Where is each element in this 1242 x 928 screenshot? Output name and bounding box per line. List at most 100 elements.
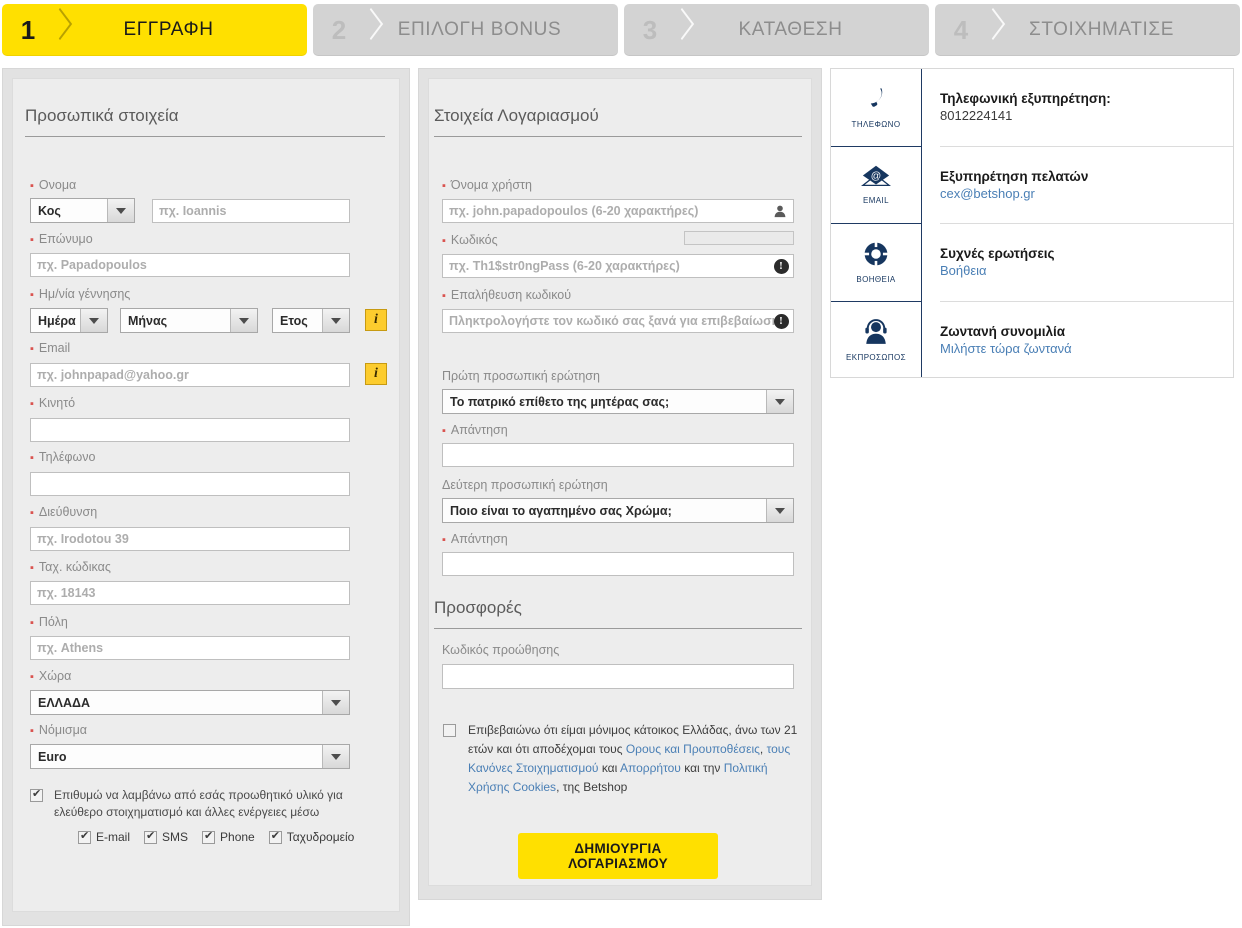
dob-month-select[interactable]: Μήνας [120, 308, 258, 333]
username-input[interactable] [442, 199, 794, 223]
address-input[interactable] [30, 527, 350, 551]
label-mobile: Κινητό [30, 396, 75, 410]
promo-email-checkbox[interactable] [78, 829, 91, 844]
label-address: Διεύθυνση [30, 505, 97, 519]
step-4-bet[interactable]: 4 ΣΤΟΙΧΗΜΑΤΙΣΕ [935, 4, 1240, 56]
label-username: Όνομα χρήστη [442, 178, 532, 192]
step-1-registration[interactable]: 1 ΕΓΓΡΑΦΗ [2, 4, 307, 56]
label-city: Πόλη [30, 615, 68, 629]
support-value-help[interactable]: Βοήθεια [940, 263, 1223, 278]
dob-year-select[interactable]: Ετος [272, 308, 350, 333]
terms-accept-checkbox[interactable] [443, 724, 456, 737]
terms-text: Επιβεβαιώνω ότι είμαι μόνιμος κάτοικος Ε… [468, 721, 798, 797]
dob-day-value: Ημέρα [38, 313, 76, 328]
password-input[interactable] [442, 254, 794, 278]
label-postal-code: Ταχ. κώδικας [30, 560, 111, 574]
step-progress-bar: 1 ΕΓΓΡΑΦΗ 2 ΕΠΙΛΟΓΗ BONUS 3 ΚΑΤΑΘΕΣΗ 4 Σ… [2, 4, 1240, 56]
dob-month-value: Μήνας [128, 313, 168, 328]
support-value-phone: 8012224141 [940, 108, 1013, 124]
terms-part-3: και [598, 761, 620, 775]
phone-input[interactable] [30, 472, 350, 496]
registration-page: 1 ΕΓΓΡΑΦΗ 2 ΕΠΙΛΟΓΗ BONUS 3 ΚΑΤΑΘΕΣΗ 4 Σ… [0, 0, 1242, 928]
promo-sms-checkbox[interactable] [144, 829, 158, 844]
support-title-help: Συχνές ερωτήσεις [940, 246, 1055, 262]
country-select[interactable]: ΕΛΛΑΔΑ [30, 690, 350, 715]
support-icon-column: ΤΗΛΕΦΩΝΟ @ EMAIL ΒΟΗΘΕΙΑ ΕΚΠΡΟΣΩΠΟΣ [831, 69, 922, 377]
label-date-of-birth: Ημ/νία γέννησης [30, 287, 130, 301]
support-sidebar: ΤΗΛΕΦΩΝΟ @ EMAIL ΒΟΗΘΕΙΑ ΕΚΠΡΟΣΩΠΟΣ Τηλε… [830, 68, 1234, 378]
create-account-button[interactable]: ΔΗΜΙΟΥΡΓΙΑ ΛΟΓΑΡΙΑΣΜΟΥ [518, 833, 718, 879]
support-caption-phone: ΤΗΛΕΦΩΝΟ [851, 119, 901, 129]
terms-part-2: , [759, 742, 767, 756]
step-3-deposit[interactable]: 3 ΚΑΤΑΘΕΣΗ [624, 4, 929, 56]
promo-option-phone[interactable]: Phone [202, 829, 255, 844]
support-icon-agent[interactable]: ΕΚΠΡΟΣΩΠΟΣ [831, 302, 921, 380]
chevron-down-icon [80, 309, 107, 332]
headset-icon [863, 318, 889, 349]
lifebuoy-icon [863, 241, 889, 271]
support-icon-help[interactable]: ΒΟΗΘΕΙΑ [831, 224, 921, 302]
promo-phone-checkbox[interactable] [202, 829, 216, 844]
chevron-right-icon [54, 4, 70, 56]
support-row-email: Εξυπηρέτηση πελατών cex@betshop.gr [940, 147, 1233, 224]
security-question-2-select[interactable]: Ποιο είναι το αγαπημένο σας Χρώμα; [442, 498, 794, 523]
personal-details-divider [25, 136, 385, 137]
promo-consent-checkbox[interactable] [30, 787, 43, 802]
support-caption-agent: ΕΚΠΡΟΣΩΠΟΣ [846, 352, 906, 362]
label-currency: Νόμισμα [30, 723, 87, 737]
label-answer-2: Απάντηση [442, 532, 508, 546]
support-value-agent[interactable]: Μιλήστε τώρα ζωντανά [940, 341, 1223, 356]
country-select-value: ΕΛΛΑΔΑ [38, 695, 91, 710]
step-1-label: ΕΓΓΡΑΦΗ [123, 19, 214, 40]
postal-code-input[interactable] [30, 581, 350, 605]
answer-2-input[interactable] [442, 552, 794, 576]
promo-option-post[interactable]: Ταχυδρομείο [268, 829, 354, 844]
account-details-title: Στοιχεία Λογαριασμού [434, 106, 599, 125]
security-question-2-value: Ποιο είναι το αγαπημένο σας Χρώμα; [450, 503, 672, 518]
currency-select[interactable]: Euro [30, 744, 350, 769]
chevron-right-icon [365, 4, 381, 56]
offers-title: Προσφορές [434, 598, 522, 617]
label-password: Κωδικός [442, 233, 498, 247]
security-question-1-select[interactable]: Το πατρικό επίθετο της μητέρας σας; [442, 389, 794, 414]
first-name-input[interactable] [152, 199, 350, 223]
email-input[interactable] [30, 363, 350, 387]
dob-info-icon[interactable]: i [365, 309, 387, 331]
terms-link-terms-conditions[interactable]: Ορους και Προυποθέσεις [626, 742, 760, 756]
title-select[interactable]: Κος [30, 198, 135, 223]
label-promo-code: Κωδικός προώθησης [442, 643, 560, 657]
promo-option-sms[interactable]: SMS [144, 829, 188, 844]
mobile-input[interactable] [30, 418, 350, 442]
promo-option-email[interactable]: E-mail [78, 829, 130, 844]
support-row-help: Συχνές ερωτήσεις Βοήθεια [940, 224, 1233, 302]
chevron-down-icon [766, 390, 793, 413]
terms-part-4: και την [680, 761, 724, 775]
step-2-bonus[interactable]: 2 ΕΠΙΛΟΓΗ BONUS [313, 4, 618, 56]
terms-link-privacy[interactable]: Απορρήτου [620, 761, 681, 775]
chevron-down-icon [230, 309, 257, 332]
promo-consent-text: Επιθυμώ να λαμβάνω από εσάς προωθητικό υ… [54, 788, 343, 819]
city-input[interactable] [30, 636, 350, 660]
email-icon: @ [860, 164, 892, 192]
security-question-1-value: Το πατρικό επίθετο της μητέρας σας; [450, 394, 670, 409]
support-icon-email[interactable]: @ EMAIL [831, 147, 921, 224]
dob-day-select[interactable]: Ημέρα [30, 308, 108, 333]
phone-icon [863, 86, 889, 116]
support-value-email[interactable]: cex@betshop.gr [940, 186, 1223, 201]
label-security-question-2: Δεύτερη προσωπική ερώτηση [442, 478, 608, 492]
surname-input[interactable] [30, 253, 350, 277]
promo-code-input[interactable] [442, 664, 794, 689]
terms-part-5: , της Betshop [556, 780, 628, 794]
answer-1-input[interactable] [442, 443, 794, 467]
promo-post-checkbox[interactable] [268, 829, 282, 844]
support-row-agent: Ζωντανή συνομιλία Μιλήστε τώρα ζωντανά [940, 302, 1233, 380]
support-title-agent: Ζωντανή συνομιλία [940, 324, 1066, 340]
support-icon-phone[interactable]: ΤΗΛΕΦΩΝΟ [831, 69, 921, 147]
chevron-right-icon [987, 4, 1003, 56]
label-surname: Επώνυμο [30, 232, 93, 246]
email-info-icon[interactable]: i [365, 363, 387, 385]
personal-details-title: Προσωπικά στοιχεία [25, 106, 179, 125]
promo-channel-options: E-mail SMS Phone Ταχυδρομείο [78, 829, 354, 844]
label-confirm-password: Επαλήθευση κωδικού [442, 288, 571, 302]
confirm-password-input[interactable] [442, 309, 794, 333]
